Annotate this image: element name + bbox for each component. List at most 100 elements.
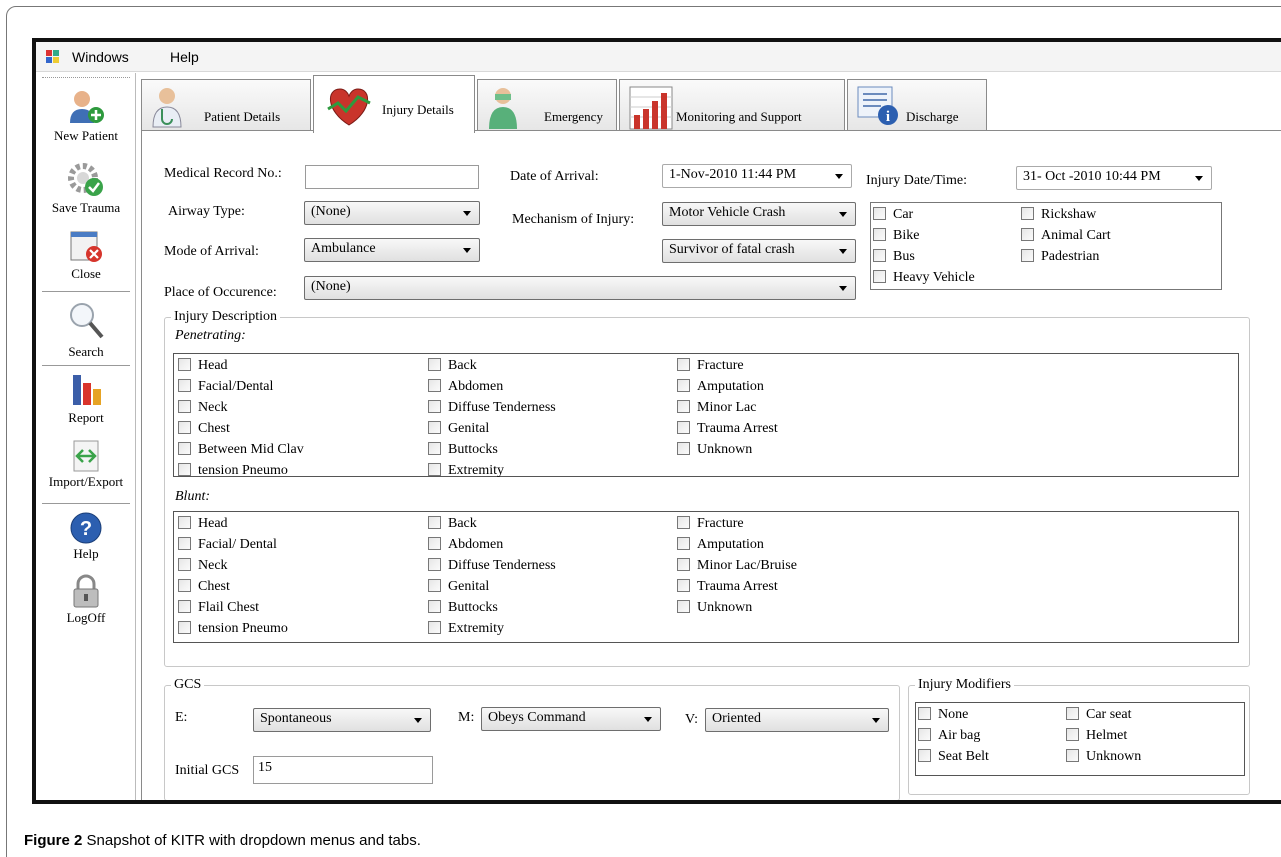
penetrating-extremity-checkbox[interactable]: Extremity [428,463,504,479]
gcs-m-select[interactable]: Obeys Command [481,707,661,731]
new-patient-button[interactable]: New Patient [36,87,136,144]
checkbox-box[interactable] [178,358,191,371]
crash-type-select[interactable]: Survivor of fatal crash [662,239,856,263]
checkbox-box[interactable] [677,442,690,455]
checkbox-box[interactable] [918,728,931,741]
checkbox-box[interactable] [428,537,441,550]
logoff-button[interactable]: LogOff [36,573,136,626]
checkbox-box[interactable] [677,600,690,613]
checkbox-box[interactable] [677,558,690,571]
close-button[interactable]: Close [36,229,136,282]
blunt-trauma-arrest-checkbox[interactable]: Trauma Arrest [677,579,778,595]
modifier-air-bag-checkbox[interactable]: Air bag [918,728,980,744]
checkbox-box[interactable] [677,537,690,550]
mode-arrival-select[interactable]: Ambulance [304,238,480,262]
checkbox-box[interactable] [873,249,886,262]
checkbox-box[interactable] [677,516,690,529]
initial-gcs-field[interactable]: 15 [253,756,433,784]
checkbox-box[interactable] [677,421,690,434]
modifier-car-seat-checkbox[interactable]: Car seat [1066,707,1131,723]
checkbox-box[interactable] [428,621,441,634]
checkbox-box[interactable] [428,358,441,371]
checkbox-box[interactable] [178,442,191,455]
tab-emergency[interactable]: Emergency [477,79,617,131]
gcs-e-select[interactable]: Spontaneous [253,708,431,732]
injury-datetime-picker[interactable]: 31- Oct -2010 10:44 PM [1016,166,1212,190]
checkbox-box[interactable] [918,749,931,762]
checkbox-box[interactable] [873,270,886,283]
airway-type-select[interactable]: (None) [304,201,480,225]
search-button[interactable]: Search [36,299,136,360]
checkbox-box[interactable] [178,463,191,476]
mechanism-select[interactable]: Motor Vehicle Crash [662,202,856,226]
penetrating-back-checkbox[interactable]: Back [428,358,477,374]
menu-help[interactable]: Help [170,49,199,65]
modifier-seat-belt-checkbox[interactable]: Seat Belt [918,749,989,765]
blunt-genital-checkbox[interactable]: Genital [428,579,489,595]
checkbox-box[interactable] [178,379,191,392]
blunt-head-checkbox[interactable]: Head [178,516,228,532]
checkbox-box[interactable] [677,579,690,592]
gcs-v-select[interactable]: Oriented [705,708,889,732]
checkbox-box[interactable] [178,600,191,613]
checkbox-box[interactable] [1021,207,1034,220]
checkbox-box[interactable] [178,558,191,571]
penetrating-head-checkbox[interactable]: Head [178,358,228,374]
checkbox-box[interactable] [873,207,886,220]
checkbox-box[interactable] [178,537,191,550]
penetrating-between-mid-clav-checkbox[interactable]: Between Mid Clav [178,442,304,458]
penetrating-fracture-checkbox[interactable]: Fracture [677,358,744,374]
blunt-unknown-checkbox[interactable]: Unknown [677,600,752,616]
blunt-flail-chest-checkbox[interactable]: Flail Chest [178,600,259,616]
checkbox-box[interactable] [677,400,690,413]
vehicle-padestrian-checkbox[interactable]: Padestrian [1021,249,1099,265]
blunt-extremity-checkbox[interactable]: Extremity [428,621,504,637]
save-trauma-button[interactable]: Save Trauma [36,161,136,216]
checkbox-box[interactable] [873,228,886,241]
penetrating-tension-pneumo-checkbox[interactable]: tension Pneumo [178,463,288,479]
modifier-none-checkbox[interactable]: None [918,707,968,723]
checkbox-box[interactable] [428,463,441,476]
blunt-amputation-checkbox[interactable]: Amputation [677,537,764,553]
mrn-field[interactable] [305,165,479,189]
blunt-back-checkbox[interactable]: Back [428,516,477,532]
help-button[interactable]: ? Help [36,511,136,562]
checkbox-box[interactable] [178,516,191,529]
tab-monitoring-support[interactable]: Monitoring and Support [619,79,845,131]
blunt-neck-checkbox[interactable]: Neck [178,558,228,574]
blunt-facial-dental-checkbox[interactable]: Facial/ Dental [178,537,277,553]
modifier-unknown-checkbox[interactable]: Unknown [1066,749,1141,765]
menu-windows[interactable]: Windows [72,49,129,65]
checkbox-box[interactable] [1066,749,1079,762]
checkbox-box[interactable] [1021,228,1034,241]
blunt-tension-pneumo-checkbox[interactable]: tension Pneumo [178,621,288,637]
checkbox-box[interactable] [428,421,441,434]
penetrating-amputation-checkbox[interactable]: Amputation [677,379,764,395]
checkbox-box[interactable] [428,442,441,455]
checkbox-box[interactable] [428,379,441,392]
penetrating-unknown-checkbox[interactable]: Unknown [677,442,752,458]
vehicle-car-checkbox[interactable]: Car [873,207,913,223]
penetrating-trauma-arrest-checkbox[interactable]: Trauma Arrest [677,421,778,437]
penetrating-neck-checkbox[interactable]: Neck [178,400,228,416]
tab-discharge[interactable]: i Discharge [847,79,987,131]
vehicle-rickshaw-checkbox[interactable]: Rickshaw [1021,207,1096,223]
tab-injury-details[interactable]: Injury Details [313,75,475,133]
checkbox-box[interactable] [677,379,690,392]
penetrating-abdomen-checkbox[interactable]: Abdomen [428,379,503,395]
import-export-button[interactable]: Import/Export [36,439,136,490]
penetrating-facial-dental-checkbox[interactable]: Facial/Dental [178,379,273,395]
checkbox-box[interactable] [677,358,690,371]
checkbox-box[interactable] [918,707,931,720]
checkbox-box[interactable] [428,579,441,592]
blunt-fracture-checkbox[interactable]: Fracture [677,516,744,532]
checkbox-box[interactable] [1066,728,1079,741]
vehicle-bike-checkbox[interactable]: Bike [873,228,919,244]
blunt-minor-lac-bruise-checkbox[interactable]: Minor Lac/Bruise [677,558,797,574]
penetrating-chest-checkbox[interactable]: Chest [178,421,230,437]
place-occurence-select[interactable]: (None) [304,276,856,300]
penetrating-genital-checkbox[interactable]: Genital [428,421,489,437]
blunt-diffuse-tenderness-checkbox[interactable]: Diffuse Tenderness [428,558,556,574]
report-button[interactable]: Report [36,371,136,426]
blunt-abdomen-checkbox[interactable]: Abdomen [428,537,503,553]
